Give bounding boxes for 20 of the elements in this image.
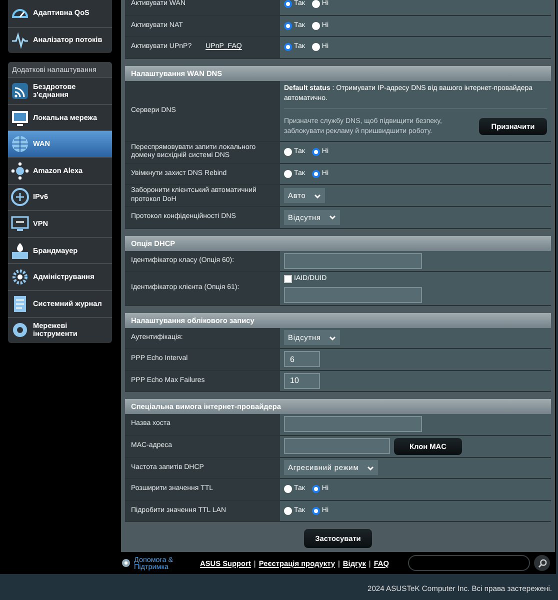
hub-icon [11,162,29,180]
pulse-icon [11,31,29,50]
document-icon [11,294,29,313]
chevron-icon [366,466,374,471]
chevron-icon [314,194,321,199]
search-field[interactable] [408,555,530,572]
wifi-icon [11,82,29,100]
search-icon [538,558,546,568]
input-field[interactable]: 6 [284,351,320,368]
input-field[interactable] [284,252,422,269]
input-field[interactable] [284,438,390,454]
monitor-icon [11,108,29,127]
search-button[interactable] [534,555,550,572]
input-field[interactable] [284,416,422,432]
help-icon [122,559,130,568]
chevron-icon [328,215,336,220]
chevron-icon [328,336,336,341]
input-field[interactable]: 10 [284,372,320,389]
input-field[interactable] [284,286,422,303]
monitor-icon [11,214,29,233]
